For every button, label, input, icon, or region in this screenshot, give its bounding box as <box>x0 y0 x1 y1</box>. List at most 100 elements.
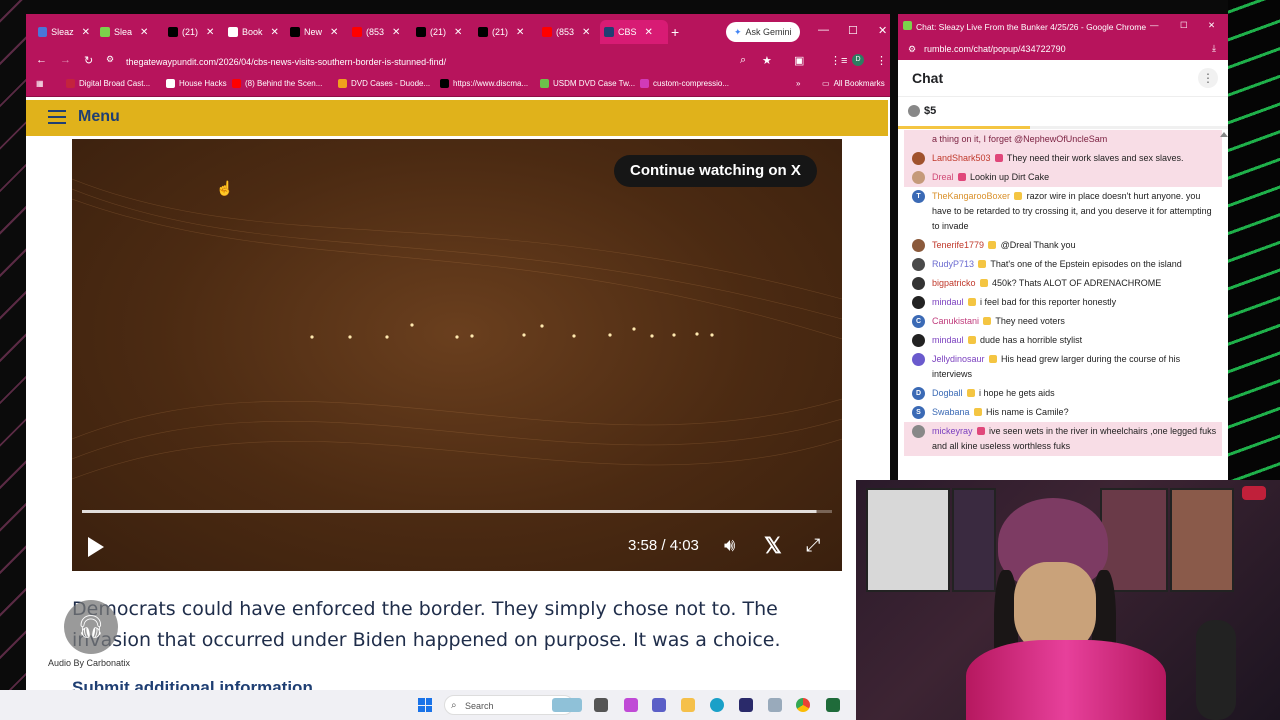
chat-scrollbar[interactable] <box>1220 132 1228 137</box>
close-tab-icon[interactable]: ✕ <box>582 27 590 38</box>
browser-tab[interactable]: CBS ✕ <box>600 20 668 44</box>
apps-grid-icon[interactable]: ▦ <box>36 79 44 88</box>
bookmark-item[interactable]: Digital Broad Cast... <box>66 79 150 88</box>
chat-username[interactable]: Canukistani <box>932 316 979 326</box>
forward-arrow-icon[interactable]: → <box>60 54 71 66</box>
rant-pill[interactable]: $5 <box>908 103 936 119</box>
reload-icon[interactable]: ↻ <box>84 54 93 67</box>
chat-username[interactable]: TheKangarooBoxer <box>932 191 1010 201</box>
user-avatar[interactable] <box>912 239 925 252</box>
download-icon[interactable]: ⤓ <box>1212 43 1216 54</box>
user-avatar[interactable] <box>912 171 925 184</box>
chat-username[interactable]: mindaul <box>932 297 964 307</box>
task-view-icon[interactable] <box>594 698 608 712</box>
extensions-icon[interactable]: ⋮≡ <box>830 54 847 67</box>
rumble-app-icon[interactable] <box>826 698 840 712</box>
file-explorer-icon[interactable] <box>681 698 695 712</box>
bookmark-item[interactable]: (8) Behind the Scen... <box>232 79 322 88</box>
submit-info-link[interactable]: Submit additional information <box>72 678 313 690</box>
profile-avatar[interactable]: D <box>852 54 864 66</box>
close-tab-icon[interactable]: ✕ <box>271 27 279 38</box>
bookmark-item[interactable]: USDM DVD Case Tw... <box>540 79 635 88</box>
weather-widget-icon[interactable] <box>552 698 582 712</box>
close-window-button[interactable]: ✕ <box>1208 20 1215 31</box>
chat-username[interactable]: Tenerife1779 <box>932 240 984 250</box>
user-avatar[interactable] <box>912 296 925 309</box>
video-progress-bar[interactable] <box>82 510 832 513</box>
site-info-icon[interactable]: ⚙ <box>106 54 114 65</box>
bookmark-star-icon[interactable]: ★ <box>762 54 772 67</box>
chat-username[interactable]: mindaul <box>932 335 964 345</box>
chat-username[interactable]: LandShark503 <box>932 153 991 163</box>
browser-tab[interactable]: (21) ✕ <box>412 20 472 44</box>
close-tab-icon[interactable]: ✕ <box>454 27 462 38</box>
chrome-icon[interactable] <box>796 698 810 712</box>
close-tab-icon[interactable]: ✕ <box>392 27 400 38</box>
chat-options-icon[interactable]: ⋮ <box>1198 68 1218 88</box>
chat-username[interactable]: Swabana <box>932 407 970 417</box>
minimize-button[interactable]: — <box>1150 20 1159 30</box>
browser-tab[interactable]: Sleaz ✕ <box>34 20 94 44</box>
browser-tab[interactable]: (21) ✕ <box>164 20 222 44</box>
user-avatar[interactable] <box>912 277 925 290</box>
user-avatar[interactable] <box>912 334 925 347</box>
close-tab-icon[interactable]: ✕ <box>140 27 148 38</box>
app-icon[interactable] <box>768 698 782 712</box>
play-icon[interactable] <box>88 537 104 557</box>
browser-tab[interactable]: (853 ✕ <box>348 20 410 44</box>
browser-menu-icon[interactable]: ⋮ <box>876 54 887 67</box>
teams-icon[interactable] <box>652 698 666 712</box>
close-tab-icon[interactable]: ✕ <box>82 27 90 38</box>
copilot-icon[interactable] <box>624 698 638 712</box>
user-avatar[interactable] <box>912 353 925 366</box>
bookmark-item[interactable]: DVD Cases - Duode... <box>338 79 430 88</box>
menu-label[interactable]: Menu <box>78 108 120 126</box>
browser-tab[interactable]: New ✕ <box>286 20 346 44</box>
browser-tab[interactable]: (853 ✕ <box>538 20 598 44</box>
chat-username[interactable]: Jellydinosaur <box>932 354 985 364</box>
minimize-button[interactable]: — <box>818 24 829 36</box>
bookmark-item[interactable]: https://www.discma... <box>440 79 528 88</box>
user-avatar[interactable]: T <box>912 190 925 203</box>
maximize-button[interactable]: ☐ <box>848 24 858 37</box>
bookmarks-overflow-icon[interactable]: » <box>796 79 800 88</box>
chat-username[interactable]: bigpatricko <box>932 278 976 288</box>
chat-username[interactable]: Dreal <box>932 172 954 182</box>
windows-start-icon[interactable] <box>418 698 432 712</box>
maximize-button[interactable]: ☐ <box>1180 20 1188 31</box>
close-tab-icon[interactable]: ✕ <box>330 27 338 38</box>
volume-icon[interactable]: 🔊︎ <box>724 535 735 556</box>
user-avatar[interactable] <box>912 258 925 271</box>
browser-tab[interactable]: Slea ✕ <box>96 20 162 44</box>
user-avatar[interactable]: C <box>912 315 925 328</box>
close-tab-icon[interactable]: ✕ <box>206 27 214 38</box>
chat-username[interactable]: mickeyray <box>932 426 973 436</box>
user-avatar[interactable]: S <box>912 406 925 419</box>
site-info-icon[interactable]: ⚙ <box>908 44 916 55</box>
ask-gemini-button[interactable]: ✦ Ask Gemini <box>726 22 800 42</box>
chat-username[interactable]: RudyP713 <box>932 259 974 269</box>
user-avatar[interactable] <box>912 152 925 165</box>
browser-tab[interactable]: (21) ✕ <box>474 20 536 44</box>
bookmark-item[interactable]: House Hacks <box>166 79 227 88</box>
x-logo-icon[interactable]: 𝕏 <box>764 533 782 559</box>
bookmark-item[interactable]: custom-compressio... <box>640 79 729 88</box>
hamburger-menu-icon[interactable] <box>48 110 66 124</box>
continue-watching-on-x-button[interactable]: Continue watching on X <box>614 155 817 187</box>
zoom-icon[interactable]: ⌕ <box>740 54 746 67</box>
store-icon[interactable] <box>739 698 753 712</box>
audio-player-button[interactable]: 🎧︎ <box>64 600 118 654</box>
user-avatar[interactable]: D <box>912 387 925 400</box>
user-avatar[interactable] <box>912 425 925 438</box>
all-bookmarks-button[interactable]: ▭ All Bookmarks <box>822 79 885 88</box>
chat-url[interactable]: rumble.com/chat/popup/434722790 <box>924 44 1066 54</box>
browser-tab[interactable]: Book ✕ <box>224 20 284 44</box>
fullscreen-icon[interactable]: ⤢ <box>806 535 820 556</box>
close-tab-icon[interactable]: ✕ <box>645 27 653 38</box>
close-tab-icon[interactable]: ✕ <box>516 27 524 38</box>
sidebar-icon[interactable]: ▣ <box>794 54 804 67</box>
back-arrow-icon[interactable]: ← <box>36 54 47 66</box>
new-tab-button[interactable]: + <box>671 24 679 40</box>
url-field[interactable]: thegatewaypundit.com/2026/04/cbs-news-vi… <box>126 54 766 70</box>
chat-username[interactable]: Dogball <box>932 388 963 398</box>
